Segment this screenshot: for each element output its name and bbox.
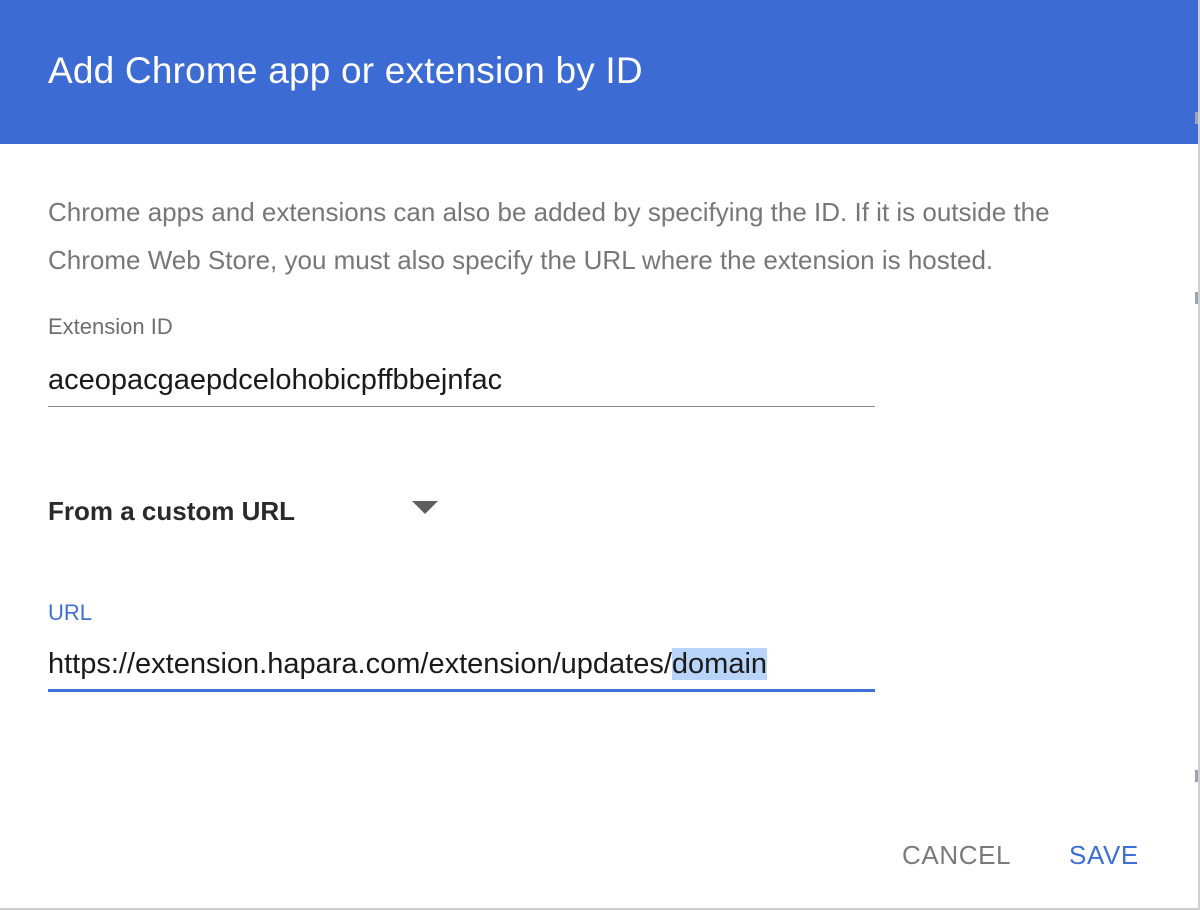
url-label: URL — [48, 600, 93, 625]
extension-id-input[interactable]: aceopacgaepdcelohobicpffbbejnfac — [48, 364, 502, 397]
scrollbar-marker — [1195, 112, 1198, 124]
extension-id-label: Extension ID — [48, 314, 173, 339]
source-select[interactable]: From a custom URL — [48, 496, 295, 527]
url-selected-text: domain — [671, 648, 768, 680]
extension-id-underline — [48, 406, 875, 407]
url-text: https://extension.hapara.com/extension/u… — [48, 648, 672, 680]
dialog-title: Add Chrome app or extension by ID — [48, 50, 643, 91]
url-underline-focused — [48, 689, 875, 692]
dialog-description: Chrome apps and extensions can also be a… — [48, 197, 1050, 275]
scrollbar-marker — [1195, 292, 1198, 304]
dialog-header: Add Chrome app or extension by ID — [0, 0, 1198, 144]
cancel-button[interactable]: CANCEL — [902, 840, 1011, 871]
save-button[interactable]: SAVE — [1069, 840, 1139, 871]
add-extension-dialog: Add Chrome app or extension by ID Chrome… — [0, 0, 1200, 910]
url-input[interactable]: https://extension.hapara.com/extension/u… — [48, 648, 768, 681]
scrollbar-marker — [1195, 770, 1198, 782]
dropdown-arrow-icon[interactable] — [412, 501, 438, 514]
